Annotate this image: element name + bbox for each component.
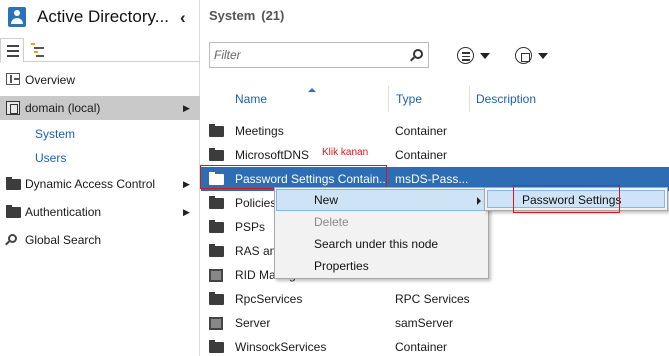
nav-item-overview[interactable]: Overview xyxy=(0,68,200,92)
row-name: Meetings xyxy=(235,124,284,138)
nav-item-authentication[interactable]: Authentication ▶ xyxy=(0,200,200,224)
row-name: RpcServices xyxy=(235,292,303,306)
row-name: WinsockServices xyxy=(235,340,327,354)
table-row[interactable]: RpcServices RPC Services xyxy=(201,287,669,311)
column-header-name[interactable]: Name xyxy=(235,92,267,110)
nav-item-global-search[interactable]: Global Search xyxy=(0,228,200,252)
nav-item-system[interactable]: System xyxy=(0,122,200,146)
table-row[interactable]: Meetings Container xyxy=(201,119,669,143)
nav-item-label: Dynamic Access Control xyxy=(25,177,156,191)
row-type: Container xyxy=(395,148,448,162)
nav-item-users[interactable]: Users xyxy=(0,146,200,170)
overview-icon xyxy=(6,73,20,85)
context-menu: New Delete Search under this node Proper… xyxy=(274,187,489,279)
app-header: Active Directory... ‹ xyxy=(0,0,200,38)
server-icon xyxy=(209,269,223,282)
row-type: samServer xyxy=(395,316,454,330)
menu-item-label: Delete xyxy=(314,215,349,229)
filter-box xyxy=(209,42,429,68)
view-tabs xyxy=(0,38,200,63)
nav-item-label: Global Search xyxy=(25,233,102,247)
annotation-highlight-row xyxy=(200,165,387,189)
app-title: Active Directory... xyxy=(37,7,169,26)
column-header-description[interactable]: Description xyxy=(476,92,536,110)
folder-icon xyxy=(209,196,224,209)
menu-item-label: New xyxy=(314,193,339,207)
folder-icon xyxy=(209,148,224,161)
context-menu-item-properties[interactable]: Properties xyxy=(276,255,488,277)
folder-icon xyxy=(6,177,21,190)
row-name: Server xyxy=(235,316,271,330)
view-options-button[interactable] xyxy=(455,45,493,67)
save-query-button[interactable] xyxy=(513,45,551,67)
annotation-label: Klik kanan xyxy=(322,147,369,158)
list-view-tab[interactable] xyxy=(0,38,24,63)
server-icon xyxy=(209,317,223,330)
page-title: System xyxy=(209,8,256,23)
table-row[interactable]: Server samServer xyxy=(201,311,669,335)
expand-arrow-icon[interactable]: ▶ xyxy=(183,172,190,196)
navigation-pane: Active Directory... ‹ Overview domain (l… xyxy=(0,0,200,356)
sort-ascending-icon xyxy=(308,88,316,92)
menu-item-label: Search under this node xyxy=(314,237,439,251)
list-view-icon xyxy=(7,45,19,57)
folder-icon xyxy=(6,205,21,218)
breadcrumb: System (21) xyxy=(209,8,284,23)
chevron-down-icon xyxy=(538,53,548,59)
menu-item-label: Properties xyxy=(314,259,369,273)
nav-item-label: Authentication xyxy=(25,205,102,219)
collapse-pane-button[interactable]: ‹ xyxy=(180,9,194,27)
folder-icon xyxy=(209,340,224,353)
nav-item-label: Overview xyxy=(25,73,76,87)
context-menu-item-new[interactable]: New xyxy=(276,189,488,211)
row-type: Container xyxy=(395,340,448,354)
filter-input[interactable] xyxy=(214,47,404,63)
column-header-type[interactable]: Type xyxy=(396,92,422,110)
list-options-icon xyxy=(457,47,474,64)
row-type: Container xyxy=(395,124,448,138)
save-icon xyxy=(515,47,532,64)
search-icon xyxy=(8,234,17,243)
folder-icon xyxy=(209,244,224,257)
context-menu-item-search-under-node[interactable]: Search under this node xyxy=(276,233,488,255)
row-type: RPC Services xyxy=(395,292,470,306)
item-count: (21) xyxy=(261,8,285,23)
table-row[interactable]: WinsockServices Container xyxy=(201,335,669,356)
active-directory-icon xyxy=(8,7,26,27)
expand-arrow-icon[interactable]: ▶ xyxy=(183,96,190,120)
tree-view-icon xyxy=(31,43,44,57)
table-row[interactable]: MicrosoftDNS Container xyxy=(201,143,669,167)
nav-item-label: System xyxy=(35,127,76,141)
submenu-arrow-icon xyxy=(477,197,481,205)
annotation-highlight-submenu xyxy=(513,185,620,213)
folder-icon xyxy=(209,124,224,137)
folder-icon xyxy=(209,292,224,305)
domain-icon xyxy=(6,101,20,115)
tree-view-tab[interactable] xyxy=(25,38,49,62)
search-icon[interactable] xyxy=(413,49,423,59)
column-divider[interactable] xyxy=(388,86,389,112)
context-menu-item-delete: Delete xyxy=(276,211,488,233)
chevron-down-icon xyxy=(480,53,490,59)
nav-item-domain[interactable]: domain (local) ▶ xyxy=(0,96,200,120)
column-divider[interactable] xyxy=(469,86,470,112)
folder-icon xyxy=(209,220,224,233)
expand-arrow-icon[interactable]: ▶ xyxy=(183,200,190,224)
nav-item-dynamic-access-control[interactable]: Dynamic Access Control ▶ xyxy=(0,172,200,196)
nav-item-label: domain (local) xyxy=(25,101,101,115)
nav-item-label: Users xyxy=(35,151,67,165)
